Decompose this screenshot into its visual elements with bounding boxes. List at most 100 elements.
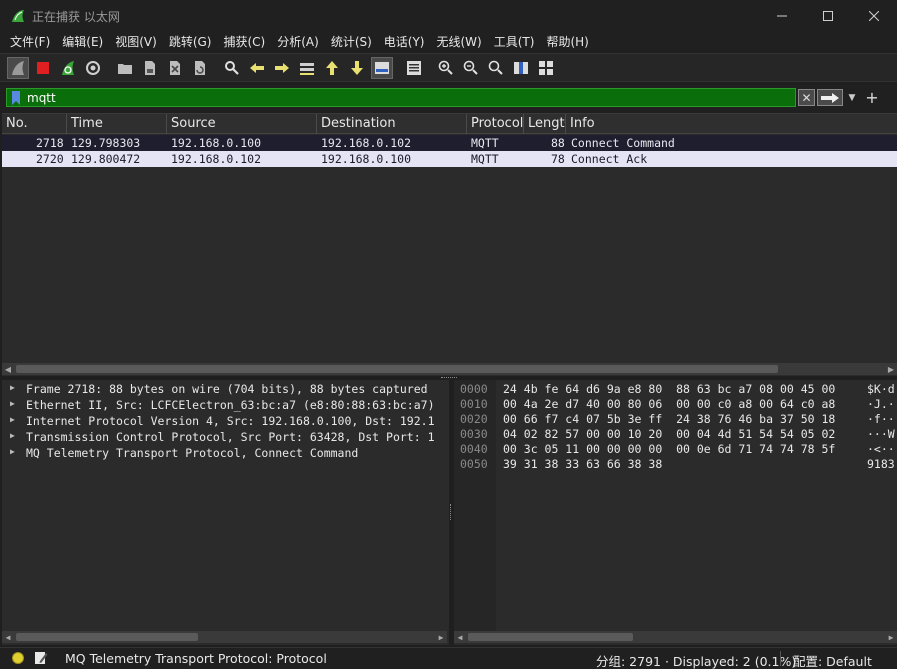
detail-row-tcp[interactable]: ▶ Transmission Control Protocol, Src Por…	[2, 429, 442, 445]
expand-arrow-icon[interactable]: ▶	[10, 431, 15, 440]
column-header-source[interactable]: Source	[167, 114, 317, 134]
hex-bytes[interactable]: 00 3c 05 11 00 00 00 00 00 0e 6d 71 74 7…	[503, 442, 835, 456]
menu-analyze[interactable]: 分析(A)	[271, 31, 325, 52]
hex-bytes[interactable]: 39 31 38 33 63 66 38 38	[503, 457, 662, 471]
menu-telephony[interactable]: 电话(Y)	[378, 31, 431, 52]
bookmark-icon[interactable]	[11, 91, 21, 105]
expand-arrow-icon[interactable]: ▶	[10, 383, 15, 392]
expand-arrow-icon[interactable]: ▶	[10, 447, 15, 456]
stop-capture-button[interactable]	[32, 57, 54, 79]
ascii-bytes[interactable]: ·<··	[867, 442, 897, 456]
detail-row-frame[interactable]: ▶ Frame 2718: 88 bytes on wire (704 bits…	[2, 381, 442, 397]
detail-row-mqtt[interactable]: ▶ MQ Telemetry Transport Protocol, Conne…	[2, 445, 442, 461]
menu-help[interactable]: 帮助(H)	[540, 31, 594, 52]
menu-go[interactable]: 跳转(G)	[163, 31, 218, 52]
column-header-destination[interactable]: Destination	[317, 114, 467, 134]
packet-list-hscrollbar[interactable]: ◀ ▶	[2, 363, 897, 375]
expand-arrow-icon[interactable]: ▶	[10, 415, 15, 424]
detail-row-ethernet[interactable]: ▶ Ethernet II, Src: LCFCElectron_63:bc:a…	[2, 397, 442, 413]
ascii-bytes[interactable]: $K·d	[867, 382, 897, 396]
open-file-button[interactable]	[114, 57, 136, 79]
scroll-thumb[interactable]	[16, 633, 198, 641]
open-file-icon	[118, 64, 132, 74]
minimize-button[interactable]	[759, 0, 805, 31]
detail-row-ip[interactable]: ▶ Internet Protocol Version 4, Src: 192.…	[2, 413, 442, 429]
packet-row[interactable]: 2720 129.800472 192.168.0.102 192.168.0.…	[2, 151, 897, 167]
save-file-button[interactable]	[139, 57, 161, 79]
hex-bytes[interactable]: 00 4a 2e d7 40 00 80 06 00 00 c0 a8 00 6…	[503, 397, 835, 411]
colorize-button[interactable]	[403, 57, 425, 79]
scroll-left-icon[interactable]: ◀	[2, 363, 14, 375]
filter-history-dropdown[interactable]: ▼	[845, 89, 859, 106]
column-header-protocol[interactable]: Protocol	[467, 114, 524, 134]
menu-view[interactable]: 视图(V)	[109, 31, 163, 52]
scroll-right-icon[interactable]: ▶	[435, 631, 447, 643]
apply-filter-button[interactable]	[817, 89, 843, 106]
menu-capture[interactable]: 捕获(C)	[217, 31, 271, 52]
column-header-info[interactable]: Info	[566, 114, 897, 134]
normal-size-button[interactable]	[485, 57, 507, 79]
reload-file-button[interactable]	[189, 57, 211, 79]
expand-arrow-icon[interactable]: ▶	[10, 399, 15, 408]
column-header-length[interactable]: Lengtł	[524, 114, 566, 134]
go-back-button[interactable]	[246, 57, 268, 79]
scroll-thumb[interactable]	[468, 633, 633, 641]
ascii-bytes[interactable]: ·J.·	[867, 397, 897, 411]
packet-row[interactable]: 2718 129.798303 192.168.0.100 192.168.0.…	[2, 135, 897, 151]
menu-file[interactable]: 文件(F)	[0, 31, 56, 52]
go-forward-button[interactable]	[271, 57, 293, 79]
hex-bytes[interactable]: 24 4b fe 64 d6 9a e8 80 88 63 bc a7 08 0…	[503, 382, 835, 396]
clear-filter-button[interactable]: ✕	[798, 89, 815, 106]
ascii-bytes[interactable]: 9183	[867, 457, 897, 471]
display-filter-input[interactable]	[27, 89, 787, 106]
packet-protocol: MQTT	[471, 136, 499, 150]
details-hscrollbar[interactable]: ◀ ▶	[2, 631, 447, 643]
capture-comment-icon[interactable]	[34, 651, 48, 665]
zoom-out-button[interactable]	[460, 57, 482, 79]
go-to-packet-button[interactable]	[296, 57, 318, 79]
detail-text: Frame 2718: 88 bytes on wire (704 bits),…	[26, 382, 428, 396]
zoom-in-button[interactable]	[435, 57, 457, 79]
clear-icon: ✕	[801, 90, 812, 105]
column-header-time[interactable]: Time	[67, 114, 167, 134]
capture-options-button[interactable]	[82, 57, 104, 79]
last-packet-button[interactable]	[346, 57, 368, 79]
menu-edit[interactable]: 编辑(E)	[56, 31, 109, 52]
packet-length: 88	[551, 136, 565, 150]
display-filter-box[interactable]	[6, 88, 796, 107]
layout-button[interactable]	[535, 57, 557, 79]
close-button[interactable]	[851, 0, 897, 31]
first-packet-button[interactable]	[321, 57, 343, 79]
expert-info-icon[interactable]	[12, 652, 24, 664]
menu-tools[interactable]: 工具(T)	[488, 31, 541, 52]
packet-info: Connect Command	[571, 136, 675, 150]
scroll-right-icon[interactable]: ▶	[885, 631, 897, 643]
menu-wireless[interactable]: 无线(W)	[431, 31, 488, 52]
scroll-thumb[interactable]	[16, 365, 778, 373]
auto-scroll-icon	[375, 62, 389, 74]
menu-statistics[interactable]: 统计(S)	[325, 31, 378, 52]
packet-details-pane: ▶ Frame 2718: 88 bytes on wire (704 bits…	[2, 380, 449, 645]
add-filter-button-button[interactable]: +	[864, 87, 880, 107]
find-packet-button[interactable]	[221, 57, 243, 79]
ascii-bytes[interactable]: ·f··	[867, 412, 897, 426]
ascii-bytes[interactable]: ···W	[867, 427, 897, 441]
maximize-button[interactable]	[805, 0, 851, 31]
save-file-icon	[145, 61, 155, 75]
layout-icon	[539, 61, 553, 75]
resize-columns-button[interactable]	[510, 57, 532, 79]
plus-icon: +	[865, 87, 879, 107]
scroll-left-icon[interactable]: ◀	[454, 631, 466, 643]
column-header-no[interactable]: No.	[2, 114, 67, 134]
start-capture-button[interactable]	[7, 57, 29, 79]
bytes-hscrollbar[interactable]: ◀ ▶	[454, 631, 897, 643]
auto-scroll-button[interactable]	[371, 57, 393, 79]
close-file-button[interactable]	[164, 57, 186, 79]
scroll-right-icon[interactable]: ▶	[885, 363, 897, 375]
scroll-left-icon[interactable]: ◀	[2, 631, 14, 643]
hex-bytes[interactable]: 00 66 f7 c4 07 5b 3e ff 24 38 76 46 ba 3…	[503, 412, 835, 426]
restart-capture-button[interactable]	[57, 57, 79, 79]
profile-selector[interactable]: 配置: Default	[793, 651, 872, 669]
colorize-icon	[407, 61, 421, 75]
hex-bytes[interactable]: 04 02 82 57 00 00 10 20 00 04 4d 51 54 5…	[503, 427, 835, 441]
